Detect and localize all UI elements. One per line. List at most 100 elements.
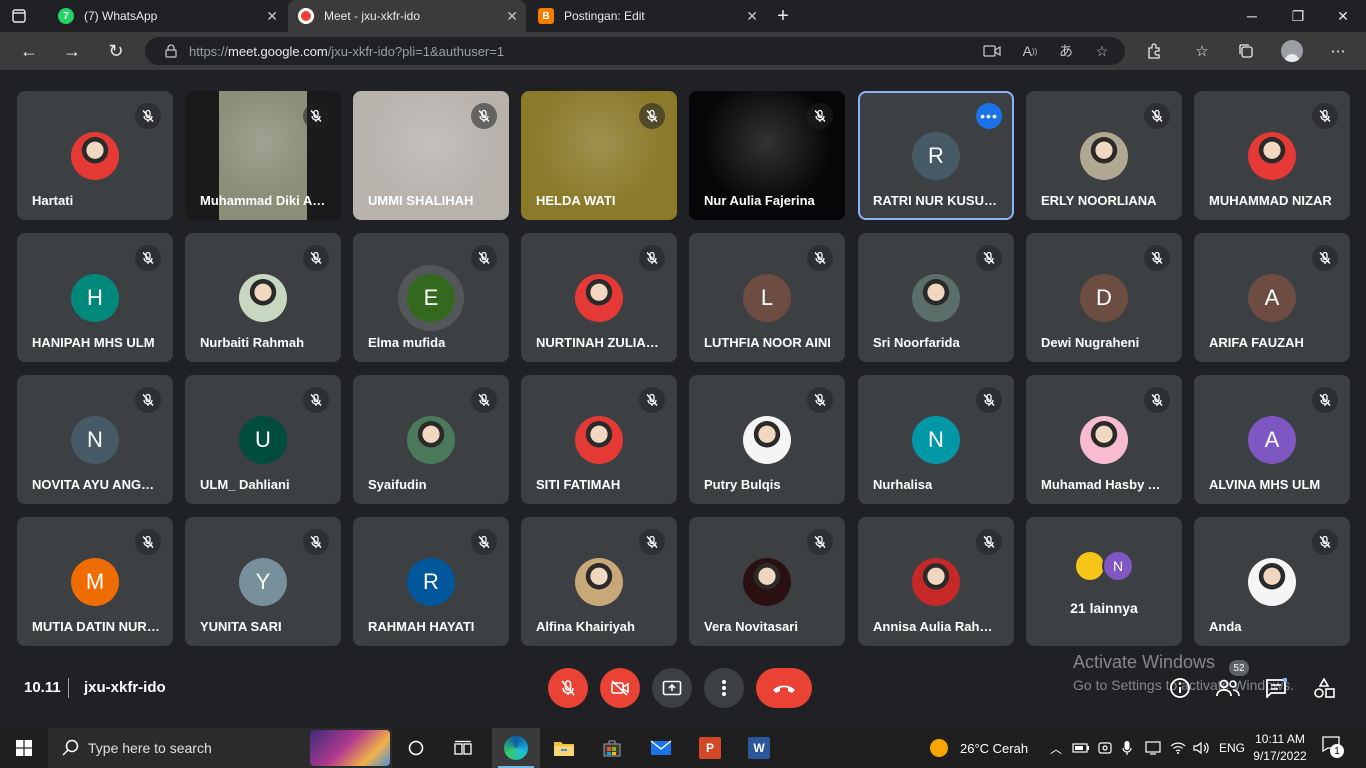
- participant-tile[interactable]: ERLY NOORLIANA: [1026, 91, 1182, 220]
- close-window-button[interactable]: ✕: [1320, 0, 1366, 32]
- taskbar-clock[interactable]: 10:11 AM 9/17/2022: [1248, 731, 1312, 765]
- muted-icon: [471, 245, 497, 271]
- chat-button[interactable]: [1263, 675, 1289, 701]
- participant-tile[interactable]: Putry Bulqis: [689, 375, 845, 504]
- participants-button[interactable]: [1215, 675, 1241, 701]
- participant-tile[interactable]: HELDA WATI: [521, 91, 677, 220]
- cortana-icon: [408, 740, 424, 756]
- participant-tile[interactable]: Annisa Aulia Rahmah: [858, 517, 1014, 646]
- present-screen-button[interactable]: [652, 668, 692, 708]
- new-tab-button[interactable]: +: [770, 4, 796, 28]
- collections-icon[interactable]: [1233, 38, 1259, 64]
- favorites-icon[interactable]: ☆: [1189, 38, 1215, 64]
- show-hidden-icons-button[interactable]: ︿: [1050, 728, 1062, 768]
- cortana-button[interactable]: [394, 728, 438, 768]
- participant-tile[interactable]: Syaifudin: [353, 375, 509, 504]
- start-button[interactable]: [0, 728, 48, 768]
- tab-blogger[interactable]: B Postingan: Edit ✕: [528, 0, 766, 32]
- participant-tile[interactable]: M MUTIA DATIN NURAINI: [17, 517, 173, 646]
- battery-icon[interactable]: [1072, 728, 1090, 768]
- profile-avatar[interactable]: [1279, 38, 1305, 64]
- participant-tile[interactable]: L LUTHFIA NOOR AINI: [689, 233, 845, 362]
- participant-tile[interactable]: Alfina Khairiyah: [521, 517, 677, 646]
- close-tab-icon[interactable]: ✕: [506, 8, 518, 24]
- participant-tile[interactable]: Muhammad Diki Ariadi: [185, 91, 341, 220]
- participant-tile[interactable]: R RAHMAH HAYATI: [353, 517, 509, 646]
- tab-actions-icon: [12, 9, 26, 23]
- participant-tile[interactable]: R ••• RATRI NUR KUSUMA: [858, 91, 1014, 220]
- taskbar-file-explorer[interactable]: [542, 728, 586, 768]
- taskbar-edge[interactable]: [492, 728, 540, 768]
- participant-tile[interactable]: UMMI SHALIHAH: [353, 91, 509, 220]
- muted-icon: [1312, 103, 1338, 129]
- tab-actions-button[interactable]: [8, 6, 30, 26]
- taskbar-word[interactable]: W: [737, 728, 781, 768]
- wifi-icon[interactable]: [1170, 728, 1186, 768]
- participant-tile[interactable]: Nurbaiti Rahmah: [185, 233, 341, 362]
- display-icon[interactable]: [1145, 728, 1161, 768]
- close-tab-icon[interactable]: ✕: [746, 8, 758, 24]
- participant-tile[interactable]: Muhamad Hasby Assidiqi: [1026, 375, 1182, 504]
- minimize-button[interactable]: ─: [1229, 0, 1275, 32]
- refresh-button[interactable]: ↻: [101, 36, 131, 66]
- read-aloud-icon[interactable]: A)): [1019, 40, 1041, 62]
- taskbar-store[interactable]: [590, 728, 634, 768]
- volume-icon[interactable]: [1193, 728, 1209, 768]
- participant-tile[interactable]: N Nurhalisa: [858, 375, 1014, 504]
- muted-icon: [639, 387, 665, 413]
- address-bar[interactable]: https://meet.google.com/jxu-xkfr-ido?pli…: [145, 37, 1125, 65]
- participant-tile[interactable]: Sri Noorfarida: [858, 233, 1014, 362]
- restore-button[interactable]: ❐: [1275, 0, 1321, 32]
- language-indicator[interactable]: ENG: [1219, 728, 1245, 768]
- forward-button[interactable]: →: [57, 36, 87, 66]
- camera-off-button[interactable]: [600, 668, 640, 708]
- mic-off-icon: [561, 680, 575, 696]
- other-participant-avatar: N: [1102, 550, 1134, 582]
- tab-meet[interactable]: Meet - jxu-xkfr-ido ✕: [288, 0, 526, 32]
- leave-call-button[interactable]: [756, 668, 812, 708]
- participant-tile[interactable]: A ARIFA FAUZAH: [1194, 233, 1350, 362]
- participant-tile[interactable]: MUHAMMAD NIZAR: [1194, 91, 1350, 220]
- avatar-initial: R: [912, 132, 960, 180]
- add-favorite-icon[interactable]: ☆: [1091, 40, 1113, 62]
- webcam-icon[interactable]: [1098, 728, 1112, 768]
- more-options-button[interactable]: [704, 668, 744, 708]
- participant-tile[interactable]: A ALVINA MHS ULM: [1194, 375, 1350, 504]
- participant-name: Putry Bulqis: [704, 477, 781, 492]
- participant-tile[interactable]: Nur Aulia Fajerina: [689, 91, 845, 220]
- participant-tile[interactable]: Y YUNITA SARI: [185, 517, 341, 646]
- close-tab-icon[interactable]: ✕: [266, 8, 278, 24]
- participant-tile[interactable]: U ULM_ Dahliani: [185, 375, 341, 504]
- participant-tile[interactable]: N NOVITA AYU ANGGRAINI: [17, 375, 173, 504]
- participant-tile[interactable]: N 21 lainnya: [1026, 517, 1182, 646]
- avatar-photo: [1080, 416, 1128, 464]
- camera-in-use-icon[interactable]: [981, 40, 1003, 62]
- translate-icon[interactable]: あ: [1055, 40, 1077, 62]
- task-view-button[interactable]: [441, 728, 485, 768]
- participant-tile[interactable]: H HANIPAH MHS ULM: [17, 233, 173, 362]
- microphone-in-use-icon[interactable]: [1122, 728, 1132, 768]
- weather-widget[interactable]: 26°C Cerah: [930, 728, 1028, 768]
- microphone-off-button[interactable]: [548, 668, 588, 708]
- tile-options-button[interactable]: •••: [976, 103, 1002, 129]
- participant-tile[interactable]: Hartati: [17, 91, 173, 220]
- folder-icon: [554, 742, 574, 756]
- taskbar-mail[interactable]: [639, 728, 683, 768]
- extensions-icon[interactable]: [1141, 38, 1167, 64]
- participant-tile[interactable]: Vera Novitasari: [689, 517, 845, 646]
- participant-tile[interactable]: D Dewi Nugraheni: [1026, 233, 1182, 362]
- back-button[interactable]: ←: [14, 36, 44, 66]
- activate-windows-title: Activate Windows: [1073, 652, 1216, 672]
- activities-button[interactable]: [1311, 675, 1337, 701]
- notification-center-button[interactable]: 1: [1322, 736, 1346, 760]
- participant-tile[interactable]: NURTINAH ZULIANA: [521, 233, 677, 362]
- participant-tile[interactable]: E Elma mufida: [353, 233, 509, 362]
- taskbar-powerpoint[interactable]: P: [688, 728, 732, 768]
- settings-more-icon[interactable]: ⋯: [1325, 38, 1351, 64]
- tab-whatsapp[interactable]: 7 (7) WhatsApp ✕: [48, 0, 286, 32]
- lock-icon[interactable]: [160, 40, 182, 62]
- meeting-details-button[interactable]: [1167, 675, 1193, 701]
- participant-tile[interactable]: Anda: [1194, 517, 1350, 646]
- taskbar-search-box[interactable]: Type here to search: [48, 728, 392, 768]
- participant-tile[interactable]: SITI FATIMAH: [521, 375, 677, 504]
